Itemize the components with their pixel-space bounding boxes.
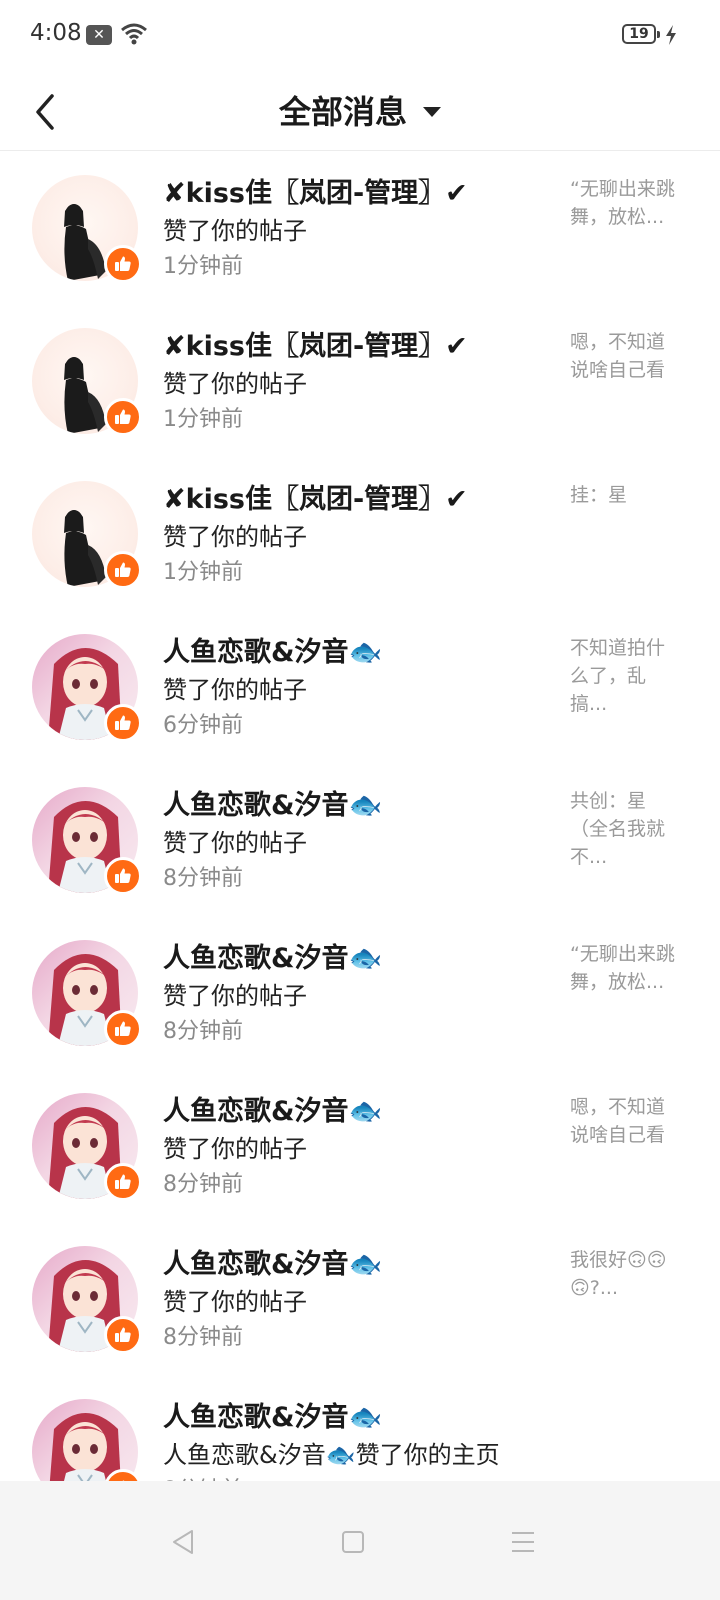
post-preview[interactable]: “无聊出来跳舞，放松... [570, 175, 680, 231]
header: 全部消息 [0, 70, 720, 151]
nav-menu-button[interactable] [498, 1517, 548, 1567]
timestamp: 8分钟前 [163, 1472, 243, 1481]
like-badge-icon [104, 398, 142, 436]
sender-name[interactable]: ✘kiss佳〖岚团-管理〗✔ [163, 477, 468, 516]
triangle-back-icon [173, 1530, 193, 1554]
timestamp: 1分钟前 [163, 560, 243, 585]
timestamp: 1分钟前 [163, 254, 243, 279]
charging-icon [666, 25, 676, 45]
back-button[interactable] [28, 82, 78, 138]
sender-name[interactable]: 人鱼恋歌&汐音🐟 [163, 783, 382, 822]
message-item[interactable]: 人鱼恋歌&汐音🐟 赞了你的帖子 8分钟前 “无聊出来跳舞，放松... [0, 916, 720, 1069]
post-preview[interactable]: “无聊出来跳舞，放松... [570, 940, 680, 996]
caret-down-icon [423, 107, 441, 117]
post-preview[interactable]: 共创：星（全名我就不... [570, 787, 680, 871]
like-badge-icon [104, 245, 142, 283]
action-text: 赞了你的帖子 [163, 1135, 307, 1163]
post-preview[interactable]: 嗯，不知道说啥自己看 [570, 1093, 680, 1149]
system-nav-bar [0, 1481, 720, 1600]
post-preview[interactable]: 不知道拍什么了，乱搞... [570, 634, 680, 718]
battery-icon: 19 [622, 24, 660, 44]
wifi-icon [121, 23, 147, 45]
timestamp: 8分钟前 [163, 1325, 243, 1350]
message-item[interactable]: 人鱼恋歌&汐音🐟 赞了你的帖子 8分钟前 共创：星（全名我就不... [0, 763, 720, 916]
like-badge-icon [104, 1163, 142, 1201]
like-badge-icon [104, 551, 142, 589]
nav-home-button[interactable] [328, 1517, 378, 1567]
menu-lines-icon [512, 1532, 534, 1552]
like-badge-icon [104, 857, 142, 895]
sender-name[interactable]: ✘kiss佳〖岚团-管理〗✔ [163, 324, 468, 363]
action-text: 赞了你的帖子 [163, 523, 307, 551]
like-badge-icon [104, 704, 142, 742]
action-text: 赞了你的帖子 [163, 1288, 307, 1316]
message-item[interactable]: ✘kiss佳〖岚团-管理〗✔ 赞了你的帖子 1分钟前 挂：星 [0, 457, 720, 610]
message-item[interactable]: 人鱼恋歌&汐音🐟 人鱼恋歌&汐音🐟赞了你的主页 8分钟前 [0, 1375, 720, 1481]
action-text: 赞了你的帖子 [163, 676, 307, 704]
timestamp: 8分钟前 [163, 1172, 243, 1197]
action-text: 赞了你的帖子 [163, 982, 307, 1010]
square-home-icon [342, 1531, 364, 1553]
message-item[interactable]: 人鱼恋歌&汐音🐟 赞了你的帖子 6分钟前 不知道拍什么了，乱搞... [0, 610, 720, 763]
status-bar: 4:08 ✕ 19 [0, 0, 720, 70]
sender-name[interactable]: 人鱼恋歌&汐音🐟 [163, 1395, 382, 1434]
timestamp: 8分钟前 [163, 1019, 243, 1044]
message-item[interactable]: ✘kiss佳〖岚团-管理〗✔ 赞了你的帖子 1分钟前 “无聊出来跳舞，放松... [0, 151, 720, 304]
action-text: 赞了你的帖子 [163, 370, 307, 398]
status-time: 4:08 [30, 20, 82, 46]
message-item[interactable]: ✘kiss佳〖岚团-管理〗✔ 赞了你的帖子 1分钟前 嗯，不知道说啥自己看 [0, 304, 720, 457]
like-badge-icon [104, 1316, 142, 1354]
sender-name[interactable]: 人鱼恋歌&汐音🐟 [163, 1089, 382, 1128]
sender-name[interactable]: ✘kiss佳〖岚团-管理〗✔ [163, 171, 468, 210]
message-list[interactable]: ✘kiss佳〖岚团-管理〗✔ 赞了你的帖子 1分钟前 “无聊出来跳舞，放松... ✘ki… [0, 151, 720, 1481]
post-preview[interactable]: 嗯，不知道说啥自己看 [570, 328, 680, 384]
title-dropdown[interactable]: 全部消息 [0, 70, 720, 150]
post-preview[interactable]: 我很好🙃🙃🙃?... [570, 1246, 680, 1302]
sender-name[interactable]: 人鱼恋歌&汐音🐟 [163, 936, 382, 975]
sender-name[interactable]: 人鱼恋歌&汐音🐟 [163, 630, 382, 669]
timestamp: 8分钟前 [163, 866, 243, 891]
action-text: 人鱼恋歌&汐音🐟赞了你的主页 [163, 1441, 500, 1469]
nav-back-button[interactable] [158, 1517, 208, 1567]
sender-name[interactable]: 人鱼恋歌&汐音🐟 [163, 1242, 382, 1281]
action-text: 赞了你的帖子 [163, 829, 307, 857]
page-title: 全部消息 [278, 93, 407, 131]
action-text: 赞了你的帖子 [163, 217, 307, 245]
message-item[interactable]: 人鱼恋歌&汐音🐟 赞了你的帖子 8分钟前 嗯，不知道说啥自己看 [0, 1069, 720, 1222]
message-item[interactable]: 人鱼恋歌&汐音🐟 赞了你的帖子 8分钟前 我很好🙃🙃🙃?... [0, 1222, 720, 1375]
timestamp: 1分钟前 [163, 407, 243, 432]
post-preview[interactable]: 挂：星 [570, 481, 680, 509]
chevron-left-icon [36, 94, 54, 130]
notification-icon: ✕ [86, 25, 112, 45]
like-badge-icon [104, 1010, 142, 1048]
timestamp: 6分钟前 [163, 713, 243, 738]
